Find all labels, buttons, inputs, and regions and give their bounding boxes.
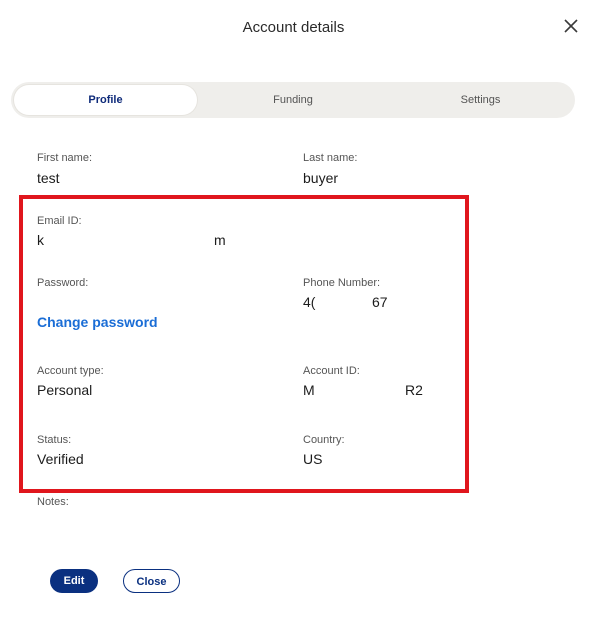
tab-profile[interactable]: Profile [14, 85, 197, 115]
dialog-title: Account details [242, 19, 345, 36]
notes-label: Notes: [37, 496, 69, 508]
first-name-value: test [37, 170, 60, 186]
tab-bar: Profile Funding Settings [11, 82, 575, 118]
close-button[interactable]: Close [123, 569, 180, 593]
close-icon[interactable] [563, 18, 579, 34]
tab-settings[interactable]: Settings [389, 85, 572, 115]
highlight-frame [19, 195, 469, 493]
tab-funding[interactable]: Funding [201, 85, 385, 115]
edit-button[interactable]: Edit [50, 569, 98, 593]
last-name-label: Last name: [303, 152, 358, 164]
first-name-label: First name: [37, 152, 93, 164]
last-name-value: buyer [303, 170, 339, 186]
